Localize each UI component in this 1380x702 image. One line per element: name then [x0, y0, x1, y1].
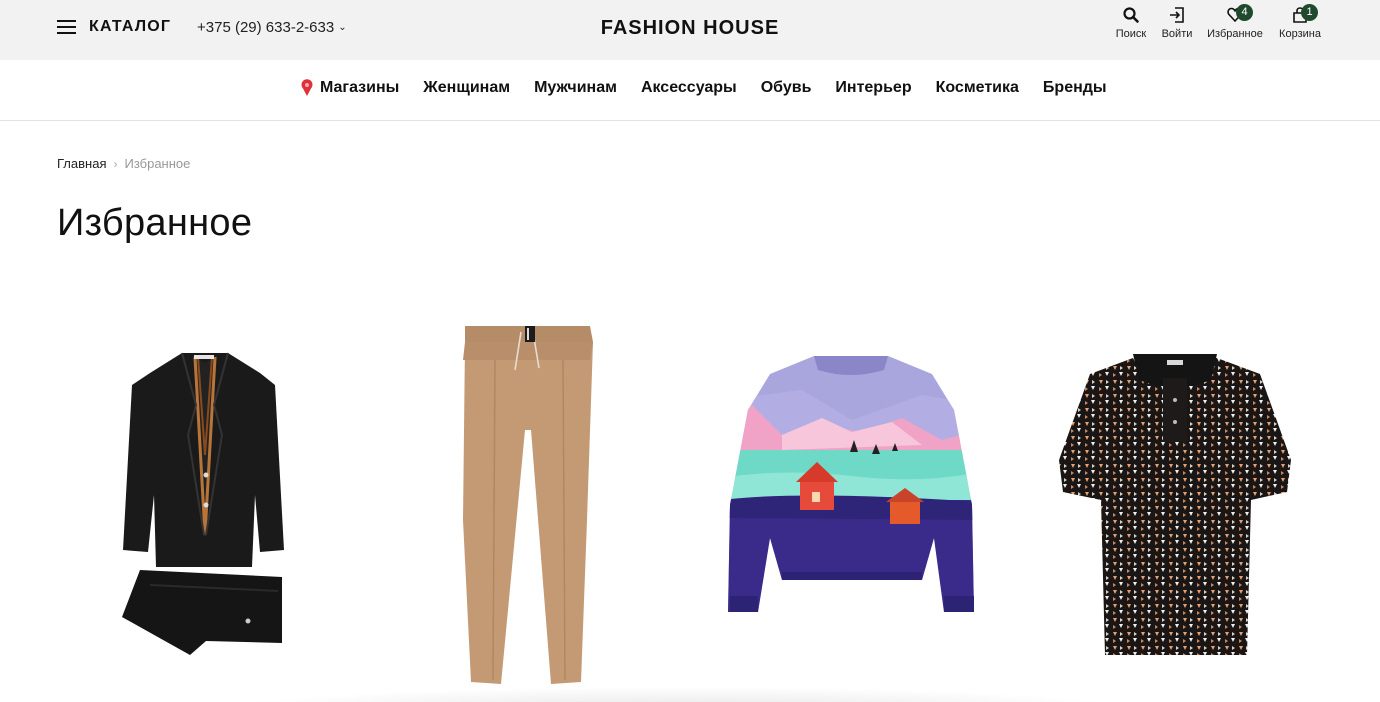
search-label: Поиск — [1115, 28, 1147, 40]
nav-item-men[interactable]: Мужчинам — [534, 79, 617, 97]
product-card-black-suit[interactable] — [110, 345, 300, 665]
breadcrumb: Главная › Избранное — [57, 156, 190, 171]
cart-button[interactable]: Корзина 1 — [1277, 4, 1323, 40]
cart-count-badge: 1 — [1301, 4, 1318, 21]
nav-list: Магазины Женщинам Мужчинам Аксессуары Об… — [300, 79, 1131, 97]
black-suit-image — [122, 352, 284, 655]
cart-label: Корзина — [1279, 28, 1321, 40]
page-title: Избранное — [57, 202, 253, 244]
main-nav: Магазины Женщинам Мужчинам Аксессуары Об… — [0, 60, 1380, 121]
nav-item-stores[interactable]: Магазины — [300, 79, 399, 97]
site-logo[interactable]: FASHION HOUSE — [601, 17, 780, 40]
top-bar: КАТАЛОГ +375 (29) 633-2-633 ⌄ FASHION HOU… — [0, 0, 1380, 60]
search-button[interactable]: Поиск — [1114, 6, 1148, 40]
login-label: Войти — [1161, 28, 1193, 40]
beige-trousers-image — [463, 326, 593, 684]
nav-item-shoes[interactable]: Обувь — [761, 79, 812, 97]
product-card-landscape-sweater[interactable] — [722, 350, 980, 615]
breadcrumb-current: Избранное — [124, 156, 191, 171]
favorites-label: Избранное — [1207, 28, 1263, 40]
nav-item-interior[interactable]: Интерьер — [835, 79, 911, 97]
patterned-polo-image — [1059, 354, 1291, 655]
favorites-count-badge: 4 — [1236, 4, 1253, 21]
breadcrumb-home[interactable]: Главная — [57, 156, 106, 171]
landscape-sweater-image — [728, 356, 974, 612]
login-icon — [1170, 7, 1184, 23]
nav-item-cosmetics[interactable]: Косметика — [936, 79, 1019, 97]
favorites-button[interactable]: Избранное 4 — [1205, 4, 1265, 40]
product-card-patterned-polo[interactable] — [1055, 350, 1295, 660]
nav-label-stores: Магазины — [320, 79, 400, 96]
nav-item-women[interactable]: Женщинам — [423, 79, 510, 97]
nav-item-brands[interactable]: Бренды — [1043, 79, 1107, 97]
map-pin-icon — [301, 79, 313, 96]
search-icon — [1123, 7, 1139, 23]
product-card-beige-trousers[interactable] — [455, 320, 600, 690]
login-button[interactable]: Войти — [1160, 6, 1194, 40]
chevron-right-icon: › — [113, 156, 118, 171]
nav-item-accessories[interactable]: Аксессуары — [641, 79, 737, 97]
bottom-shadow — [180, 686, 1180, 702]
